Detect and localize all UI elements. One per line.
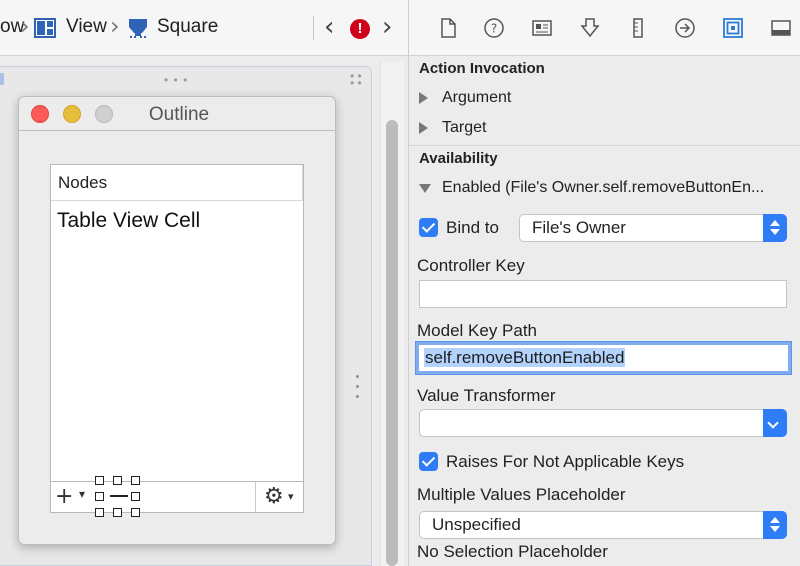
view-icon <box>34 18 56 38</box>
canvas-scroll-thumb[interactable] <box>386 120 398 566</box>
model-key-path-value: self.removeButtonEnabled <box>424 348 626 367</box>
window-title: Outline <box>148 104 210 125</box>
section-heading-availability: Availability <box>419 150 498 167</box>
jump-bar: ow › View › Square ‹ ! › <box>0 0 408 56</box>
selection-handle[interactable] <box>113 476 122 485</box>
model-key-path-label: Model Key Path <box>417 321 538 340</box>
column-header-nodes[interactable]: Nodes <box>51 165 303 201</box>
size-icon[interactable] <box>627 17 649 39</box>
inspector-tab-bar: ? <box>409 0 800 56</box>
binding-enabled[interactable]: Enabled (File's Owner.self.removeButtonE… <box>442 179 764 197</box>
chevron-down-icon[interactable] <box>763 409 787 437</box>
bind-to-popup[interactable]: File's Owner <box>519 214 787 242</box>
binding-argument[interactable]: Argument <box>442 89 511 107</box>
breadcrumb-separator-icon: › <box>20 12 30 40</box>
bind-to-checkbox[interactable] <box>419 218 438 237</box>
value-transformer-label: Value Transformer <box>417 386 556 405</box>
breadcrumb-separator-icon: › <box>110 12 120 40</box>
selection-handle[interactable] <box>131 492 140 501</box>
selected-button-glyph <box>110 495 128 497</box>
controller-key-label: Controller Key <box>417 256 525 275</box>
model-key-path-field[interactable]: self.removeButtonEnabled <box>416 342 791 374</box>
disclosure-triangle-icon[interactable] <box>419 184 431 193</box>
inspector-panel: ? Action Invocation Argument Target Avai… <box>408 0 800 566</box>
value-transformer-combo[interactable] <box>419 409 787 437</box>
back-arrow-icon[interactable]: ‹ <box>324 12 334 42</box>
bind-to-value: File's Owner <box>532 218 626 237</box>
disclosure-triangle-icon[interactable] <box>419 122 428 134</box>
outline-bottom-bar: + ▾ ⚙ ▾ <box>50 481 304 513</box>
window-title-row: Outline <box>19 104 335 126</box>
effects-icon[interactable] <box>770 17 792 39</box>
breadcrumb-view[interactable]: View <box>66 16 107 38</box>
connections-icon[interactable] <box>674 17 696 39</box>
selection-handle[interactable] <box>95 492 104 501</box>
error-icon[interactable]: ! <box>350 19 370 39</box>
drag-dots-icon[interactable]: • • • <box>164 73 188 87</box>
raises-checkbox[interactable] <box>419 452 438 471</box>
multiple-values-label: Multiple Values Placeholder <box>417 485 626 504</box>
jumpbar-divider <box>313 16 314 40</box>
attributes-icon[interactable] <box>579 17 601 39</box>
breadcrumb-square[interactable]: Square <box>157 16 218 38</box>
popup-arrows-icon <box>763 511 787 539</box>
bind-to-label: Bind to <box>446 218 499 237</box>
bindings-icon[interactable] <box>722 17 744 39</box>
forward-arrow-icon[interactable]: › <box>382 12 392 42</box>
chevron-down-icon: ▾ <box>288 491 294 503</box>
window-titlebar[interactable]: Outline <box>19 97 335 131</box>
selection-handle[interactable] <box>95 508 104 517</box>
multiple-values-value: Unspecified <box>432 515 521 534</box>
selection-handle[interactable] <box>131 476 140 485</box>
file-icon[interactable] <box>437 17 459 39</box>
no-selection-label: No Selection Placeholder <box>417 542 608 561</box>
section-heading-action-invocation: Action Invocation <box>419 60 545 77</box>
frame-handle[interactable] <box>0 73 4 85</box>
selection-handle[interactable] <box>131 508 140 517</box>
outline-view[interactable]: Nodes Table View Cell <box>50 164 304 513</box>
raises-label: Raises For Not Applicable Keys <box>446 452 685 471</box>
canvas-area: ow › View › Square ‹ ! › • • • • • • • Ou… <box>0 0 408 566</box>
table-view-cell[interactable]: Table View Cell <box>57 209 200 233</box>
gear-icon: ⚙ <box>264 484 284 509</box>
identity-icon[interactable] <box>531 17 553 39</box>
multiple-values-popup[interactable]: Unspecified <box>419 511 787 539</box>
chevron-down-icon[interactable]: ▾ <box>79 487 85 501</box>
action-menu-button[interactable]: ⚙ ▾ <box>255 482 303 512</box>
popup-arrows-icon <box>763 214 787 242</box>
help-icon[interactable]: ? <box>483 17 505 39</box>
disclosure-triangle-icon[interactable] <box>419 92 428 104</box>
selection-handle[interactable] <box>113 508 122 517</box>
selection-handle[interactable] <box>95 476 104 485</box>
add-icon[interactable]: + <box>55 482 73 512</box>
binding-target[interactable]: Target <box>442 119 486 137</box>
controller-key-field[interactable] <box>419 280 787 308</box>
drag-dots-icon[interactable]: • • • • <box>350 70 362 89</box>
outline-window: Outline Nodes Table View Cell + ▾ ⚙ ▾ <box>18 96 336 545</box>
svg-text:?: ? <box>491 22 497 36</box>
resize-handle-icon[interactable] <box>356 375 360 399</box>
square-button-icon <box>129 19 147 38</box>
section-divider <box>409 145 800 146</box>
